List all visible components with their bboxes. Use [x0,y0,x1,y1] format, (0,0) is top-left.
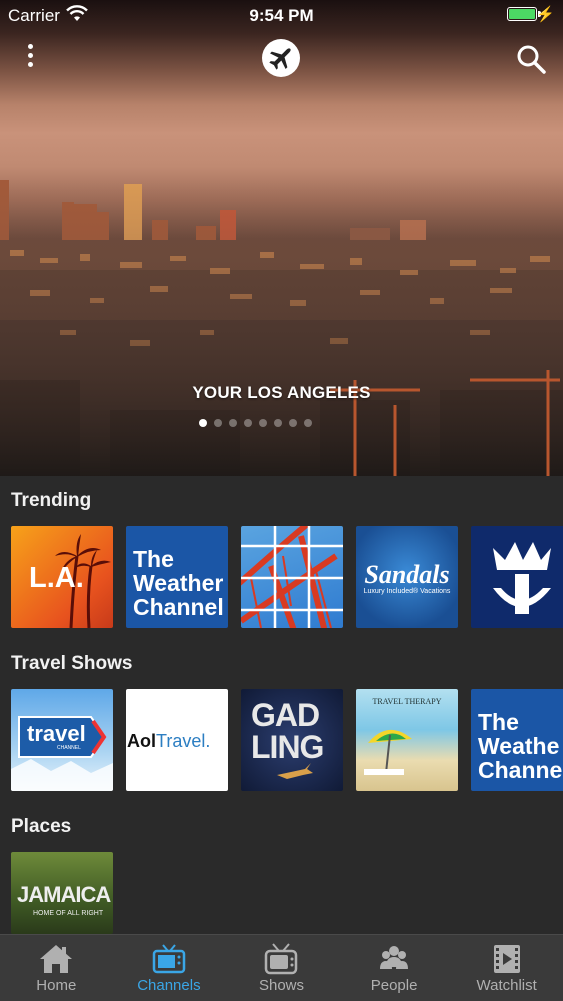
tab-watchlist[interactable]: Watchlist [450,935,563,1001]
show-tile-gadling[interactable]: GAD LING [241,689,343,791]
charging-icon: ⚡ [536,6,555,23]
airplane-icon [277,763,313,779]
tile-label: JAMAICA [17,882,111,907]
aol-label: Aol [127,731,156,751]
tv-antenna-icon [265,943,298,975]
tile-sublabel: Luxury Included® Vacations [363,588,451,595]
dot-icon [27,44,33,49]
trending-tile-royal-caribbean[interactable] [471,526,563,628]
home-icon [40,945,73,973]
search-icon[interactable] [515,43,547,75]
tab-bar: Home Channels Shows People Watchlist [0,934,563,1001]
tab-label: Home [36,977,77,994]
trending-tile-golden-gate[interactable] [241,526,343,628]
page-dot[interactable] [274,419,282,427]
tile-sublabel: HOME OF ALL RIGHT [33,910,104,917]
travel-shows-row[interactable]: travel CHANNEL AolTravel. GAD LING TRAVE… [11,689,563,791]
airplane-logo-icon[interactable] [262,39,300,77]
battery-icon [507,7,537,21]
tab-shows[interactable]: Shows [225,935,338,1001]
show-tile-weather-channel[interactable]: The Weathe Channe [471,689,563,791]
more-menu-button[interactable] [20,44,40,72]
tile-label-line: The [478,709,519,735]
page-dot[interactable] [229,419,237,427]
trending-row[interactable]: L.A. The Weather Channel Sandals Luxury … [11,526,563,628]
dot-icon [27,53,33,58]
page-dot[interactable] [289,419,297,427]
tile-label: The Weather Channel [133,547,224,619]
show-tile-travel-therapy[interactable]: TRAVEL THERAPY [356,689,458,791]
status-bar: Carrier 9:54 PM ⚡ [0,0,563,30]
place-tile-jamaica[interactable]: JAMAICA HOME OF ALL RIGHT [11,852,113,934]
page-indicator[interactable] [199,419,312,427]
tab-label: Shows [258,977,304,994]
tab-channels[interactable]: Channels [113,935,226,1001]
crown-anchor-icon [493,542,551,614]
tab-people[interactable]: People [338,935,451,1001]
tile-label-line: Weathe [478,733,560,759]
tile-label-line: Weather [133,570,224,596]
trending-tile-sandals[interactable]: Sandals Luxury Included® Vacations [356,526,458,628]
show-tile-aol-travel[interactable]: AolTravel. [126,689,228,791]
dot-icon [27,62,33,67]
tile-sublabel: CHANNEL [57,745,81,751]
tile-label-line: The [133,546,174,572]
places-row[interactable]: JAMAICA HOME OF ALL RIGHT [11,852,113,934]
people-icon [380,946,409,969]
beach-umbrella-image [364,729,412,775]
tab-label: Watchlist [476,977,537,994]
tile-label-line: Channel [133,594,224,620]
tile-label-line: Channe [478,757,563,783]
section-title-places: Places [11,816,72,837]
hero-banner[interactable]: Carrier 9:54 PM ⚡ YOUR LOS ANGELES [0,0,563,476]
hero-title: YOUR LOS ANGELES [192,383,371,402]
tile-label: travel [27,721,86,746]
section-title-trending: Trending [11,490,92,511]
show-tile-travel-channel[interactable]: travel CHANNEL [11,689,113,791]
section-title-travel-shows: Travel Shows [11,653,133,674]
tile-label: Sandals [364,560,450,589]
tile-label: The Weathe Channe [478,710,562,782]
bridge-image [241,526,343,628]
tile-label: L.A. [29,562,84,594]
page-dot[interactable] [244,419,252,427]
tile-label: AolTravel. [127,731,210,752]
page-dot[interactable] [199,419,207,427]
tv-icon [152,944,186,974]
film-icon [493,945,520,973]
trending-tile-la[interactable]: L.A. [11,526,113,628]
tab-label: People [370,977,418,994]
travel-label: Travel. [156,731,211,751]
page-dot[interactable] [304,419,312,427]
trending-tile-weather-channel[interactable]: The Weather Channel [126,526,228,628]
tab-label: Channels [137,977,201,994]
page-dot[interactable] [259,419,267,427]
los-angeles-skyline-image [0,180,563,476]
page-dot[interactable] [214,419,222,427]
clock: 9:54 PM [249,6,314,25]
airplane-icon [269,48,291,70]
tab-home[interactable]: Home [0,935,113,1001]
